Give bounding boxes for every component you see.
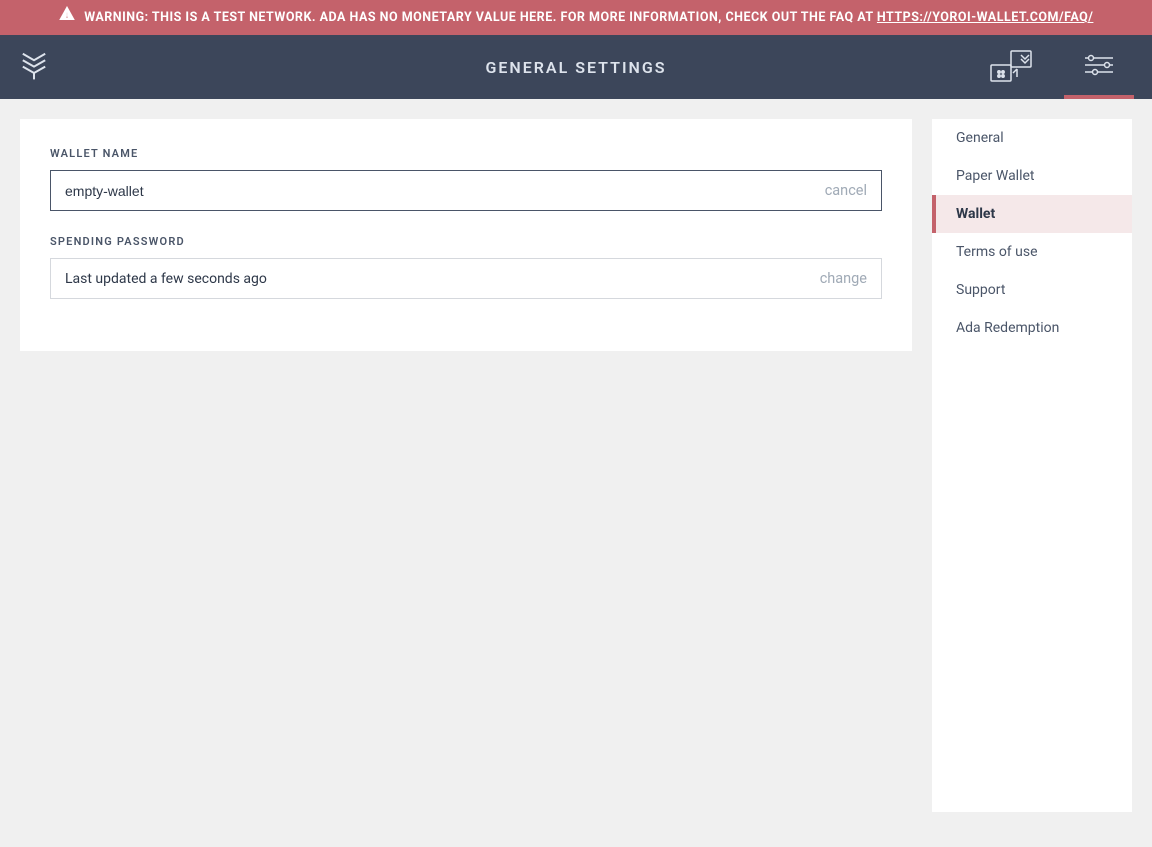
sidebar-item-general[interactable]: General [932, 119, 1132, 157]
settings-panel: WALLET NAME cancel SPENDING PASSWORD Las… [20, 119, 912, 351]
sidebar-item-paper-wallet[interactable]: Paper Wallet [932, 157, 1132, 195]
top-bar: GENERAL SETTINGS [0, 35, 1152, 99]
warning-icon [59, 6, 75, 29]
cancel-button[interactable]: cancel [825, 182, 867, 199]
daedalus-transfer-button[interactable] [976, 35, 1046, 99]
warning-banner: WARNING: THIS IS A TEST NETWORK. ADA HAS… [0, 0, 1152, 35]
wallet-name-row: cancel [50, 170, 882, 211]
topbar-actions [976, 35, 1134, 99]
sidebar-item-wallet[interactable]: Wallet [932, 195, 1132, 233]
change-button[interactable]: change [820, 270, 867, 287]
app-logo-icon[interactable] [18, 49, 50, 85]
main-area: WALLET NAME cancel SPENDING PASSWORD Las… [0, 99, 1152, 832]
settings-button[interactable] [1064, 35, 1134, 99]
warning-text: WARNING: THIS IS A TEST NETWORK. ADA HAS… [84, 10, 877, 25]
spending-password-label: SPENDING PASSWORD [50, 235, 882, 248]
sidebar-item-terms-of-use[interactable]: Terms of use [932, 233, 1132, 271]
spending-password-row: Last updated a few seconds ago change [50, 258, 882, 299]
wallet-name-input[interactable] [65, 183, 825, 199]
wallet-name-label: WALLET NAME [50, 147, 882, 160]
password-status-text: Last updated a few seconds ago [65, 271, 820, 287]
settings-sidebar: General Paper Wallet Wallet Terms of use… [932, 119, 1132, 812]
warning-link[interactable]: HTTPS://YOROI-WALLET.COM/FAQ/ [877, 10, 1094, 25]
page-title: GENERAL SETTINGS [485, 58, 666, 77]
sidebar-item-ada-redemption[interactable]: Ada Redemption [932, 309, 1132, 347]
sidebar-item-support[interactable]: Support [932, 271, 1132, 309]
